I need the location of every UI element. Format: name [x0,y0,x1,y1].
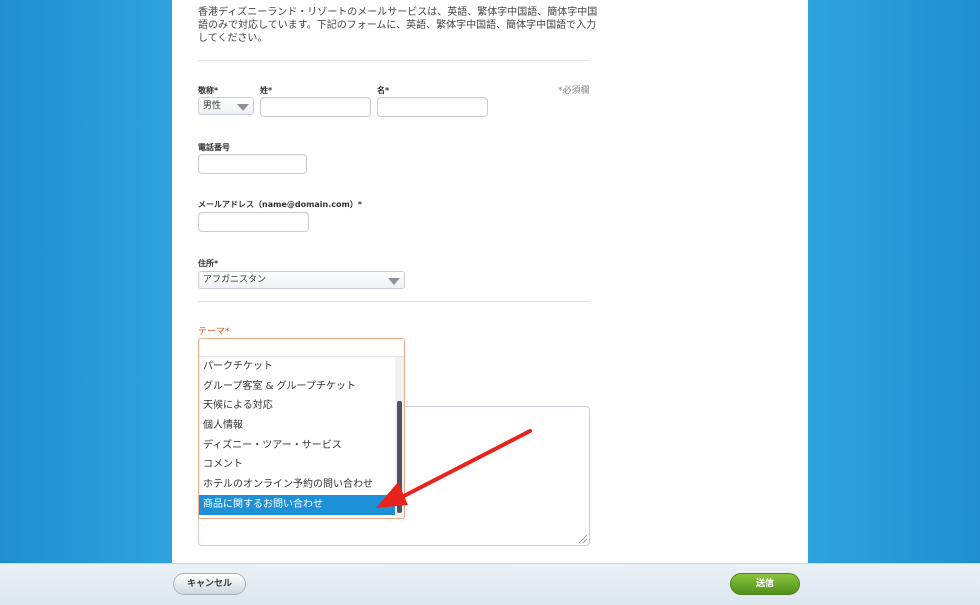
page-background-left [0,0,172,605]
send-button[interactable]: 送信 [730,573,800,595]
footer-bar: キャンセル 送信 [0,563,980,605]
intro-text: 香港ディズニーランド・リゾートのメールサービスは、英語、繁体字中国語、簡体字中国… [198,7,598,44]
chevron-down-icon [237,104,249,111]
required-note: *必須欄 [558,86,590,96]
theme-option[interactable]: グループ客室 & グループチケット [199,377,395,397]
phone-label: 電話番号 [198,143,230,152]
chevron-down-icon [388,278,400,285]
theme-dropdown[interactable]: パークチケット グループ客室 & グループチケット 天候による対応 個人情報 デ… [198,338,405,519]
email-input[interactable] [198,212,309,232]
scrollbar-thumb[interactable] [397,401,402,513]
title-label: 敬称* [198,86,219,95]
last-name-label: 姓* [260,86,273,95]
resize-handle-icon[interactable] [579,535,587,543]
theme-option[interactable]: 個人情報 [199,416,395,436]
address-select[interactable]: アフガニスタン [198,271,405,289]
divider [198,301,590,302]
last-name-input[interactable] [260,97,371,117]
page-background-right [808,0,980,605]
theme-option[interactable]: 天候による対応 [199,396,395,416]
theme-dropdown-header[interactable] [199,339,404,357]
title-select[interactable]: 男性 [198,97,254,115]
theme-option[interactable]: パークチケット [199,357,395,377]
divider [198,60,590,61]
theme-option[interactable]: ディズニー・ツアー・サービス [199,436,395,456]
address-select-value: アフガニスタン [203,275,267,285]
address-label: 住所* [198,259,219,268]
title-select-value: 男性 [203,101,222,111]
first-name-label: 名* [377,86,390,95]
phone-input[interactable] [198,154,307,174]
theme-option[interactable]: コメント [199,455,395,475]
cancel-button[interactable]: キャンセル [173,573,246,595]
email-label: メールアドレス（name@domain.com）* [198,200,363,209]
theme-label: テーマ* [198,327,230,337]
scrollbar[interactable] [395,357,404,518]
first-name-input[interactable] [377,97,488,117]
theme-options-list: パークチケット グループ客室 & グループチケット 天候による対応 個人情報 デ… [199,357,395,515]
theme-option-selected[interactable]: 商品に関するお問い合わせ [199,494,395,515]
theme-option[interactable]: ホテルのオンライン予約の問い合わせ [199,475,395,495]
